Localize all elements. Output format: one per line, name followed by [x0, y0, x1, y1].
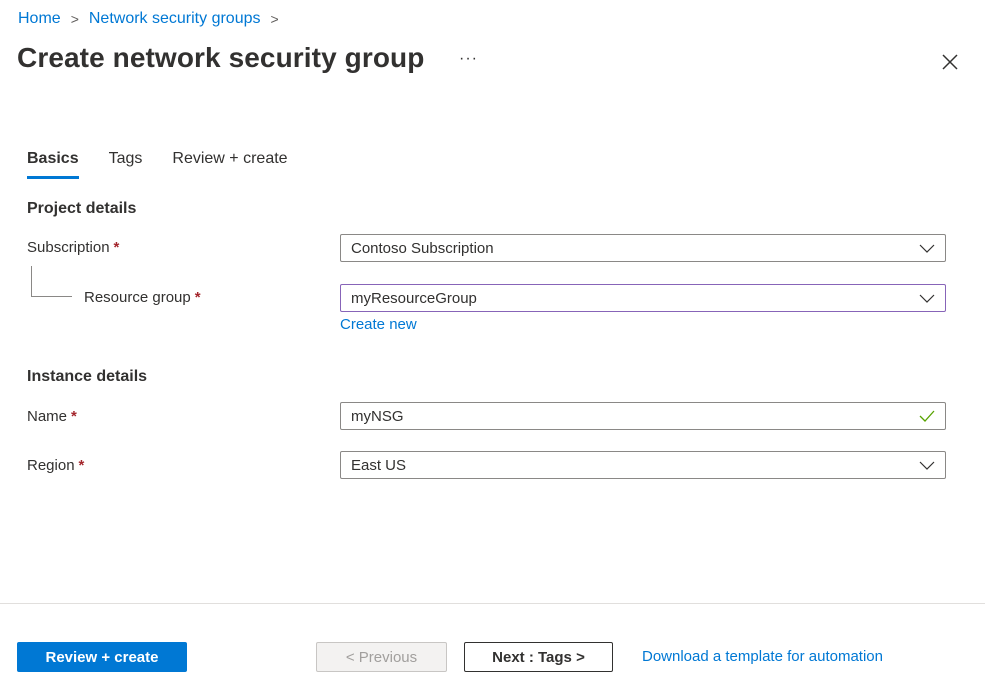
region-value: East US — [351, 456, 407, 474]
subscription-label-text: Subscription — [27, 239, 110, 256]
subscription-label: Subscription * — [27, 239, 119, 256]
required-indicator: * — [78, 457, 85, 474]
name-value: myNSG — [351, 407, 404, 425]
checkmark-icon — [919, 410, 935, 422]
region-label: Region * — [27, 457, 84, 474]
resource-group-value: myResourceGroup — [351, 289, 477, 307]
previous-button[interactable]: < Previous — [316, 642, 447, 672]
tree-connector — [31, 266, 72, 297]
resource-group-label: Resource group * — [84, 289, 201, 306]
subscription-value: Contoso Subscription — [351, 239, 494, 257]
next-tags-button[interactable]: Next : Tags > — [464, 642, 613, 672]
name-input[interactable]: myNSG — [340, 402, 946, 430]
footer-divider — [0, 603, 985, 604]
required-indicator: * — [71, 408, 77, 425]
tab-review-create[interactable]: Review + create — [172, 150, 287, 179]
region-label-text: Region — [27, 457, 75, 474]
chevron-right-icon: > — [70, 11, 79, 27]
project-details-heading: Project details — [27, 200, 137, 217]
page-title: Create network security group — [17, 42, 425, 73]
required-indicator: * — [194, 289, 201, 306]
resource-group-dropdown[interactable]: myResourceGroup — [340, 284, 946, 312]
breadcrumb: Home > Network security groups > — [18, 10, 289, 28]
breadcrumb-network-security-groups[interactable]: Network security groups — [89, 10, 261, 28]
chevron-right-icon: > — [270, 11, 279, 27]
instance-details-heading: Instance details — [27, 368, 148, 385]
name-label-text: Name — [27, 408, 68, 425]
breadcrumb-home[interactable]: Home — [18, 10, 61, 28]
download-template-link[interactable]: Download a template for automation — [642, 648, 883, 665]
name-label: Name * — [27, 408, 77, 425]
close-icon[interactable] — [940, 52, 960, 72]
create-new-link[interactable]: Create new — [340, 316, 417, 333]
tab-basics[interactable]: Basics — [27, 150, 79, 179]
tab-tags[interactable]: Tags — [109, 150, 143, 179]
region-dropdown[interactable]: East US — [340, 451, 946, 479]
review-create-button[interactable]: Review + create — [17, 642, 187, 672]
more-options-button[interactable]: ··· — [459, 50, 478, 68]
chevron-down-icon — [919, 461, 935, 470]
required-indicator: * — [113, 239, 120, 256]
tab-bar: Basics Tags Review + create — [27, 150, 318, 179]
chevron-down-icon — [919, 294, 935, 303]
resource-group-label-text: Resource group — [84, 289, 191, 306]
chevron-down-icon — [919, 244, 935, 253]
subscription-dropdown[interactable]: Contoso Subscription — [340, 234, 946, 262]
